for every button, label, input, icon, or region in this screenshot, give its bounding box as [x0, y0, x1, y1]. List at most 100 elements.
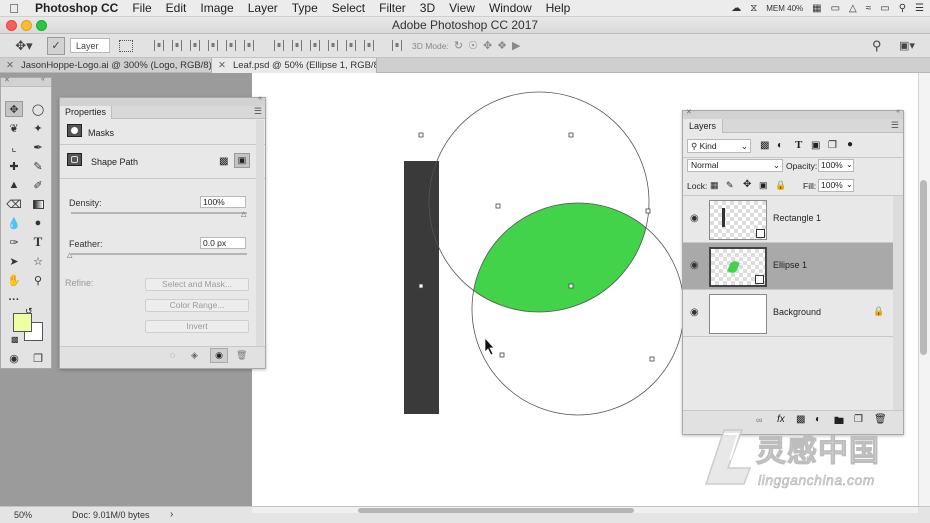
add-pixel-mask-icon[interactable]: ▩ [219, 156, 228, 167]
chevron-down-icon[interactable]: ⌄ [846, 180, 853, 189]
memory-status[interactable]: MEM 40% [766, 4, 803, 13]
delete-mask-icon[interactable]: 🗑 [236, 350, 247, 361]
align-bottom-icon[interactable] [190, 40, 200, 51]
distribute-bottom-icon[interactable] [310, 40, 320, 51]
chevron-right-icon[interactable]: › [170, 509, 173, 520]
lock-all-icon[interactable]: 🔒 [775, 180, 786, 191]
density-input[interactable]: 100% [200, 196, 246, 208]
properties-drag-bar[interactable]: « [60, 95, 265, 106]
creative-cloud-icon[interactable]: ⧖ [750, 3, 757, 14]
eye-icon[interactable]: ◉ [210, 348, 228, 363]
distribute-hcenter-icon[interactable] [346, 40, 356, 51]
filter-kind-dropdown[interactable]: ⚲ Kind ⌄ [687, 139, 751, 153]
distribute-top-icon[interactable] [274, 40, 284, 51]
search-icon[interactable]: ⚲ [872, 38, 882, 54]
density-slider-track[interactable] [71, 212, 247, 214]
layers-drag-bar[interactable]: ✕ « [683, 108, 903, 119]
align-hcenter-icon[interactable] [226, 40, 236, 51]
3d-pan-icon[interactable]: ✥ [483, 38, 492, 54]
menu-3d[interactable]: 3D [413, 1, 442, 15]
feather-slider-track[interactable] [71, 253, 247, 255]
3d-slide-icon[interactable]: ❖ [497, 38, 507, 54]
chevron-down-icon[interactable]: ⌄ [846, 160, 853, 169]
tools-panel-header[interactable]: ✕ « [1, 76, 51, 87]
eye-icon[interactable]: ◉ [690, 307, 699, 318]
path-selection-tool-icon[interactable]: ➤ [5, 253, 23, 269]
properties-scrollbar[interactable] [256, 120, 264, 346]
close-panel-icon[interactable]: ✕ [686, 108, 692, 116]
align-left-icon[interactable] [208, 40, 218, 51]
menu-type[interactable]: Type [285, 1, 325, 15]
lock-position-icon[interactable]: ✥ [743, 179, 751, 190]
spotlight-icon[interactable]: ⚲ [899, 3, 906, 14]
eyedropper-tool-icon[interactable]: ✒ [29, 139, 47, 155]
filter-smart-object-icon[interactable]: ❐ [828, 140, 837, 151]
menu-app-name[interactable]: Photoshop CC [28, 1, 125, 15]
tab-properties[interactable]: Properties [60, 106, 113, 119]
feather-slider-handle[interactable]: △ [67, 251, 72, 259]
horizontal-scroll-thumb[interactable] [358, 508, 634, 513]
gradient-tool-icon[interactable] [29, 196, 47, 212]
layer-row-rectangle[interactable]: ◉ Rectangle 1 [683, 196, 893, 243]
filter-type-icon[interactable]: T [795, 139, 802, 151]
healing-brush-tool-icon[interactable]: ✚ [5, 158, 23, 174]
tab-layers[interactable]: Layers [683, 119, 724, 133]
menu-filter[interactable]: Filter [372, 1, 413, 15]
align-vcenter-icon[interactable] [172, 40, 182, 51]
auto-select-checkbox[interactable]: ✓ [47, 36, 65, 55]
history-brush-tool-icon[interactable]: ✐ [29, 177, 47, 193]
density-slider-handle[interactable]: △ [241, 210, 246, 218]
vector-mask-icon[interactable] [67, 153, 82, 166]
invert-button[interactable]: Invert [145, 320, 249, 333]
crop-tool-icon[interactable]: ⌞ [5, 139, 23, 155]
magic-wand-tool-icon[interactable]: ✦ [29, 120, 47, 136]
clone-stamp-tool-icon[interactable]: ▲ [5, 177, 23, 193]
dodge-tool-icon[interactable]: ● [29, 215, 47, 231]
eye-icon[interactable]: ◉ [690, 213, 699, 224]
workspace-icon[interactable]: ▣▾ [898, 38, 916, 54]
load-selection-icon[interactable]: ◌ [170, 350, 175, 360]
eraser-tool-icon[interactable]: ⌫ [5, 196, 23, 212]
tab-jasonhoppe-logo[interactable]: ✕ JasonHoppe-Logo.ai @ 300% (Logo, RGB/8)… [0, 58, 212, 73]
add-vector-mask-icon[interactable]: ▣ [234, 153, 250, 168]
wifi-icon[interactable]: ≈ [866, 3, 872, 14]
layer-row-background[interactable]: ◉ Background 🔒 [683, 290, 893, 337]
lasso-tool-icon[interactable]: ❦ [5, 120, 23, 136]
zoom-level[interactable]: 50% [14, 510, 32, 520]
menu-file[interactable]: File [125, 1, 158, 15]
layer-name[interactable]: Rectangle 1 [773, 213, 821, 223]
filter-pixel-icon[interactable]: ▩ [760, 140, 769, 151]
zoom-window-button[interactable] [36, 20, 47, 31]
more-tools-icon[interactable]: ··· [5, 292, 23, 308]
distribute-left-icon[interactable] [328, 40, 338, 51]
eye-icon[interactable]: ◉ [690, 260, 699, 271]
screen-mode-icon[interactable]: ❐ [29, 350, 47, 366]
menu-select[interactable]: Select [325, 1, 372, 15]
move-tool-preset-icon[interactable]: ✥▾ [12, 38, 36, 54]
layer-row-ellipse[interactable]: ◉ Ellipse 1 [683, 243, 893, 290]
close-panel-icon[interactable]: ✕ [4, 76, 10, 84]
pen-tool-icon[interactable]: ✑ [5, 234, 23, 250]
layers-scrollbar[interactable] [893, 196, 903, 410]
layer-name[interactable]: Ellipse 1 [773, 260, 807, 270]
menu-layer[interactable]: Layer [241, 1, 285, 15]
close-tab-icon[interactable]: ✕ [218, 60, 226, 71]
3d-orbit-icon[interactable]: ↻ [454, 38, 463, 54]
blend-mode-dropdown[interactable]: Normal ⌄ [687, 159, 783, 172]
layer-name[interactable]: Background [773, 307, 821, 317]
default-colors-icon[interactable]: ▩ [11, 335, 19, 344]
distribute-vcenter-icon[interactable] [292, 40, 302, 51]
panel-menu-icon[interactable]: ☰ [254, 106, 262, 117]
panel-menu-icon[interactable]: ☰ [891, 120, 899, 131]
distribute-right-icon[interactable] [364, 40, 374, 51]
custom-shape-tool-icon[interactable]: ☆ [29, 253, 47, 269]
notification-icon[interactable]: ☰ [915, 3, 924, 14]
blur-tool-icon[interactable]: 💧 [5, 215, 23, 231]
apply-mask-icon[interactable]: ◈ [191, 350, 198, 361]
cloud-icon[interactable]: ☁ [731, 3, 741, 14]
minimize-window-button[interactable] [21, 20, 32, 31]
filter-shape-icon[interactable]: ▣ [811, 140, 820, 151]
quick-mask-icon[interactable]: ◉ [5, 350, 23, 366]
align-top-icon[interactable] [154, 40, 164, 51]
collapse-panel-icon[interactable]: « [41, 76, 45, 83]
